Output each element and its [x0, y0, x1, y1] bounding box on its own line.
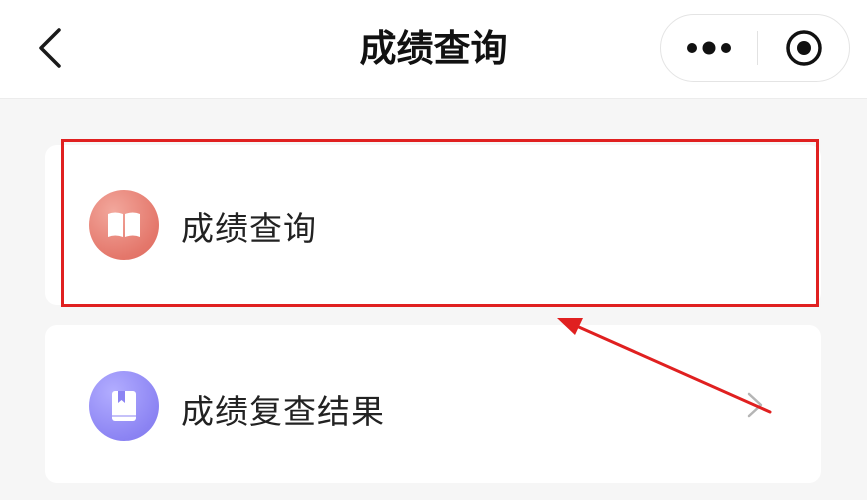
menu-item-label: 成绩复查结果 — [181, 392, 385, 431]
back-button[interactable] — [28, 22, 72, 74]
mini-program-capsule — [660, 14, 850, 82]
menu-item-score-review-result[interactable]: 成绩复查结果 — [45, 325, 821, 483]
chevron-left-icon — [39, 28, 61, 68]
chevron-right-icon — [747, 392, 763, 418]
menu-item-label: 成绩查询 — [181, 209, 317, 248]
bookmark-book-icon — [89, 371, 159, 441]
more-button[interactable] — [661, 15, 757, 81]
more-dots-icon — [687, 41, 731, 55]
target-circle-icon — [786, 30, 822, 66]
open-book-icon — [89, 190, 159, 260]
close-mini-program-button[interactable] — [758, 15, 850, 81]
menu-item-score-query[interactable]: 成绩查询 — [45, 145, 821, 305]
navigation-bar: 成绩查询 — [0, 0, 867, 99]
